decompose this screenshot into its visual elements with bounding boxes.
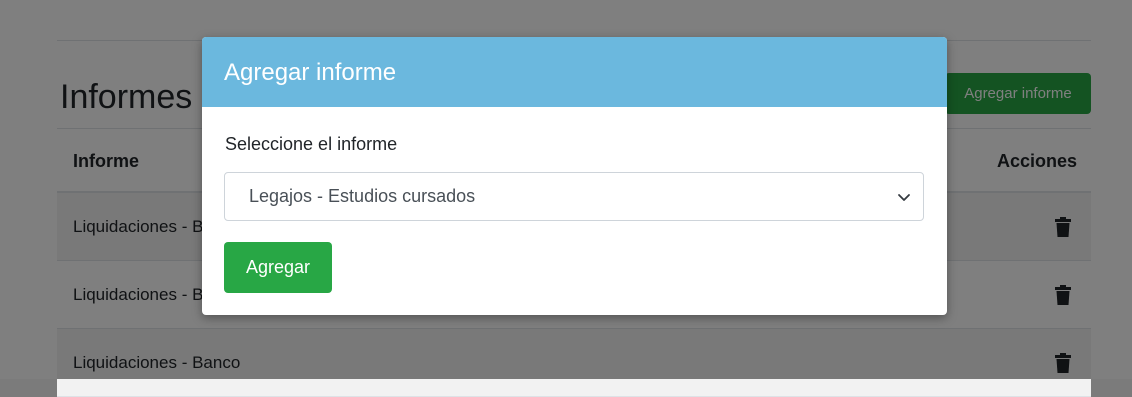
add-button[interactable]: Agregar <box>224 242 332 293</box>
chevron-down-icon <box>898 194 910 201</box>
selected-option: Legajos - Estudios cursados <box>249 186 476 206</box>
modal-header: Agregar informe <box>202 37 947 107</box>
report-select[interactable]: Legajos - Estudios cursados <box>224 172 924 221</box>
modal-title: Agregar informe <box>224 59 397 86</box>
add-report-modal: Agregar informe Seleccione el informe Le… <box>202 37 947 315</box>
select-label: Seleccione el informe <box>225 134 398 154</box>
